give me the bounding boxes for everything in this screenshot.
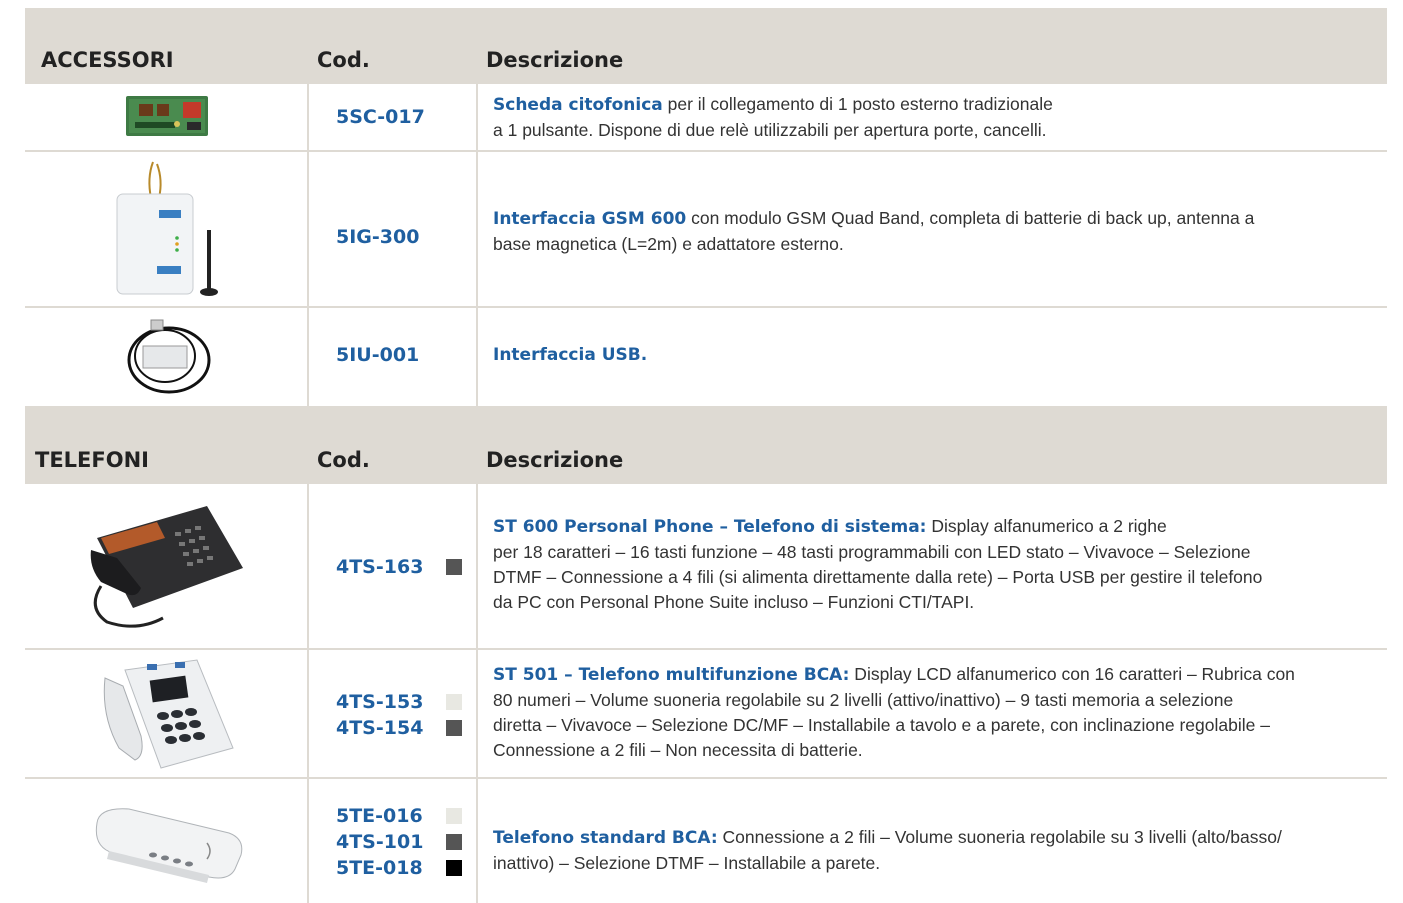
description-line: 80 numeri – Volume suoneria regolabile s… bbox=[493, 690, 1234, 710]
table-row: 5IU-001 Interfaccia USB. bbox=[25, 308, 1387, 406]
description-line: diretta – Vivavoce – Selezione DC/MF – I… bbox=[493, 715, 1270, 735]
column-header-description: Descrizione bbox=[486, 48, 624, 72]
intercom-board-image bbox=[126, 96, 208, 136]
usb-interface-image bbox=[127, 319, 211, 394]
description-line: a 1 pulsante. Dispone di due relè utiliz… bbox=[493, 120, 1047, 140]
color-swatch bbox=[446, 860, 462, 876]
table-row: 5IG-300 Interfaccia GSM 600 con modulo G… bbox=[25, 152, 1387, 306]
product-code: 4TS-101 bbox=[336, 831, 424, 853]
product-title: Scheda citofonica bbox=[493, 95, 663, 115]
product-code: 5TE-018 bbox=[336, 857, 423, 879]
color-swatch bbox=[446, 694, 462, 710]
product-description: Telefono standard BCA: Connessione a 2 f… bbox=[493, 825, 1367, 876]
description-line: base magnetica (L=2m) e adattatore ester… bbox=[493, 234, 844, 254]
product-title: Interfaccia GSM 600 bbox=[493, 209, 687, 229]
product-code: 4TS-154 bbox=[336, 717, 424, 739]
table-row: 5SC-017 Scheda citofonica per il collega… bbox=[25, 84, 1387, 150]
description-line: Connessione a 2 fili – Non necessita di … bbox=[493, 740, 863, 760]
description-line: Display LCD alfanumerico con 16 caratter… bbox=[849, 664, 1295, 684]
product-code: 5IG-300 bbox=[336, 226, 420, 248]
color-swatch bbox=[446, 808, 462, 824]
color-swatch bbox=[446, 720, 462, 736]
table-row: 4TS-163 ST 600 Personal Phone – Telefono… bbox=[25, 484, 1387, 648]
product-code: 5IU-001 bbox=[336, 344, 420, 366]
standard-phone-image bbox=[95, 808, 243, 883]
product-title: Telefono standard BCA: bbox=[493, 828, 718, 848]
column-header-description: Descrizione bbox=[486, 448, 624, 472]
section-title: TELEFONI bbox=[35, 448, 149, 472]
description-line: per 18 caratteri – 16 tasti funzione – 4… bbox=[493, 542, 1251, 562]
table-row: 4TS-153 4TS-154 ST 501 – Telefono multif… bbox=[25, 650, 1387, 777]
description-line: da PC con Personal Phone Suite incluso –… bbox=[493, 592, 975, 612]
product-description: ST 600 Personal Phone – Telefono di sist… bbox=[493, 514, 1367, 615]
product-table: ACCESSORI Cod. Descrizione 5SC-017 Sched… bbox=[25, 8, 1387, 903]
multifunction-phone-image bbox=[103, 659, 234, 769]
product-title: ST 501 – Telefono multifunzione BCA: bbox=[493, 665, 850, 685]
description-line: DTMF – Connessione a 4 fili (si alimenta… bbox=[493, 567, 1263, 587]
description-line: per il collegamento di 1 posto esterno t… bbox=[662, 94, 1053, 114]
product-code: 5SC-017 bbox=[336, 106, 425, 128]
description-line: con modulo GSM Quad Band, completa di ba… bbox=[686, 208, 1255, 228]
column-header-code: Cod. bbox=[317, 448, 370, 472]
system-phone-image bbox=[90, 506, 243, 628]
section-title: ACCESSORI bbox=[41, 48, 174, 72]
description-line: Display alfanumerico a 2 righe bbox=[926, 516, 1167, 536]
section-header-telefoni: TELEFONI Cod. Descrizione bbox=[25, 408, 1387, 484]
gsm-interface-image bbox=[116, 161, 218, 296]
product-title: Interfaccia USB. bbox=[493, 345, 648, 365]
product-code: 4TS-163 bbox=[336, 556, 424, 578]
column-header-code: Cod. bbox=[317, 48, 370, 72]
product-description: Interfaccia GSM 600 con modulo GSM Quad … bbox=[493, 206, 1367, 257]
product-code: 4TS-153 bbox=[336, 691, 424, 713]
color-swatch bbox=[446, 834, 462, 850]
section-header-accessori: ACCESSORI Cod. Descrizione bbox=[25, 8, 1387, 84]
product-description: ST 501 – Telefono multifunzione BCA: Dis… bbox=[493, 662, 1367, 763]
product-title: ST 600 Personal Phone – Telefono di sist… bbox=[493, 517, 927, 537]
product-description: Interfaccia USB. bbox=[493, 342, 1367, 368]
color-swatch bbox=[446, 559, 462, 575]
description-line: inattivo) – Selezione DTMF – Installabil… bbox=[493, 853, 881, 873]
product-description: Scheda citofonica per il collegamento di… bbox=[493, 92, 1367, 143]
product-code: 5TE-016 bbox=[336, 805, 423, 827]
table-row: 5TE-016 4TS-101 5TE-018 Telefono standar… bbox=[25, 779, 1387, 903]
description-line: Connessione a 2 fili – Volume suoneria r… bbox=[717, 827, 1282, 847]
